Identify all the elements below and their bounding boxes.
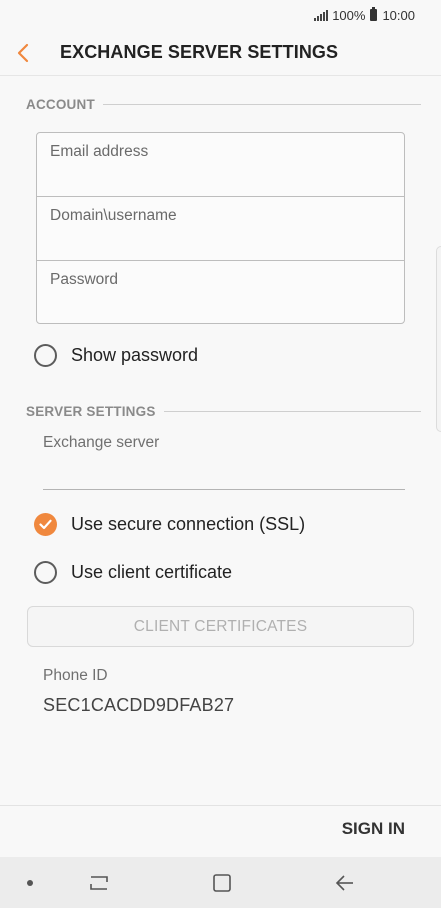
- edge-panel-handle[interactable]: [436, 246, 441, 432]
- domain-username-field[interactable]: Domain\username: [37, 197, 404, 261]
- use-ssl-label: Use secure connection (SSL): [71, 513, 306, 534]
- page-title: EXCHANGE SERVER SETTINGS: [60, 42, 339, 62]
- action-bar: SIGN IN: [0, 805, 441, 857]
- status-bar: 100% 10:00: [0, 0, 441, 30]
- sign-in-button[interactable]: SIGN IN: [342, 819, 405, 839]
- show-password-label: Show password: [71, 344, 199, 365]
- server-settings-title: SERVER SETTINGS: [26, 403, 156, 419]
- password-placeholder: Password: [50, 271, 119, 288]
- ssl-checked-icon[interactable]: [34, 512, 57, 536]
- password-field[interactable]: Password: [37, 261, 404, 325]
- client-certificate-radio[interactable]: [34, 560, 57, 584]
- use-ssl-option[interactable]: Use secure connection (SSL): [34, 511, 305, 537]
- use-client-certificate-option[interactable]: Use client certificate: [34, 559, 232, 585]
- show-password-option[interactable]: Show password: [34, 342, 198, 368]
- domain-username-placeholder: Domain\username: [50, 207, 177, 224]
- client-certificates-button[interactable]: CLIENT CERTIFICATES: [27, 606, 414, 647]
- battery-icon: [370, 7, 378, 21]
- email-address-field[interactable]: Email address: [37, 133, 404, 197]
- exchange-server-input[interactable]: [43, 452, 405, 490]
- screen: 100% 10:00 EXCHANGE SERVER SETTINGS ACCO…: [0, 0, 441, 908]
- section-divider: [102, 103, 421, 105]
- clock: 10:00: [382, 7, 415, 23]
- navigation-bar: [0, 857, 441, 908]
- recent-apps-icon[interactable]: [86, 870, 112, 896]
- account-fields: Email address Domain\username Password: [36, 132, 405, 324]
- home-icon[interactable]: [209, 870, 235, 896]
- server-settings-section-label: SERVER SETTINGS: [26, 403, 421, 419]
- app-header: EXCHANGE SERVER SETTINGS: [0, 30, 441, 76]
- email-address-placeholder: Email address: [50, 143, 149, 160]
- client-certificates-label: CLIENT CERTIFICATES: [133, 617, 308, 635]
- use-client-certificate-label: Use client certificate: [71, 561, 233, 582]
- exchange-server-label: Exchange server: [43, 434, 160, 451]
- account-section-label: ACCOUNT: [26, 96, 421, 112]
- dot-indicator-icon[interactable]: [17, 870, 43, 896]
- show-password-radio[interactable]: [34, 343, 57, 367]
- phone-id-label: Phone ID: [43, 667, 108, 684]
- signal-icon: [314, 9, 329, 21]
- back-arrow-icon[interactable]: [16, 31, 60, 75]
- back-icon[interactable]: [332, 870, 358, 896]
- phone-id-value: SEC1CACDD9DFAB27: [43, 695, 235, 715]
- battery-percent: 100%: [332, 7, 366, 23]
- section-divider: [163, 410, 421, 412]
- account-section-title: ACCOUNT: [26, 96, 95, 112]
